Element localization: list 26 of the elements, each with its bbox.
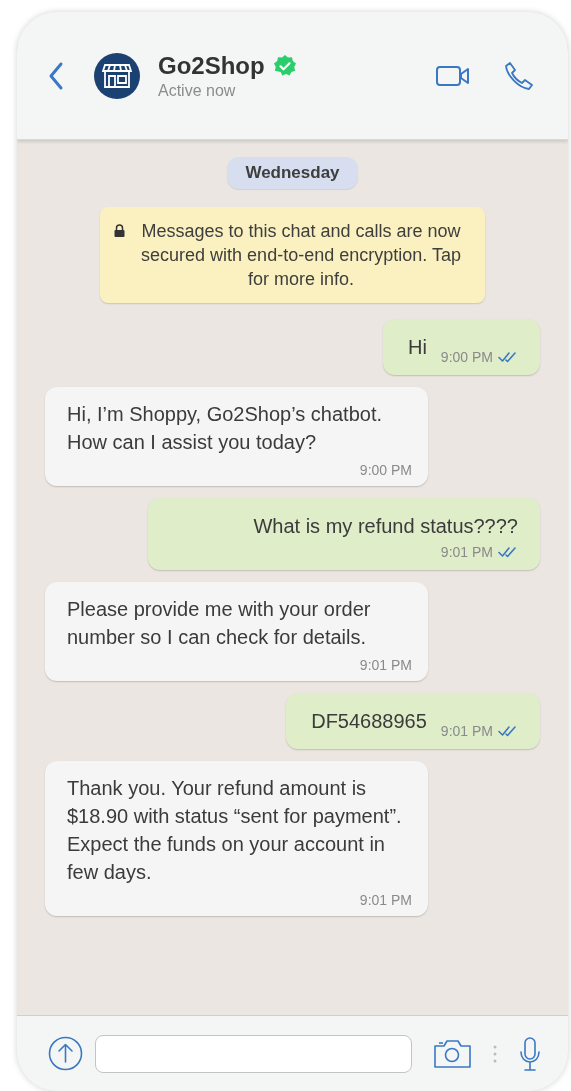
notice-text: Messages to this chat and calls are now secured with end-to-end encryption. Tap for more info. — [140, 220, 462, 291]
upload-icon[interactable] — [48, 1036, 83, 1071]
back-icon[interactable] — [47, 60, 65, 91]
camera-icon[interactable] — [434, 1039, 471, 1068]
message-time: 9:01 PM — [359, 892, 412, 908]
message-text: DF54688965 — [311, 709, 427, 734]
message-time: 9:01 PM — [359, 657, 412, 673]
message-text: Thank you. Your refund amount is $18.90 with status “sent for payment”. Expect the funds on your account in few days. — [67, 776, 403, 885]
message-text: Please provide me with your order number so I can check for details. — [67, 597, 372, 650]
contact-status: Active now — [158, 81, 237, 100]
message-time: 9:01 PM — [440, 723, 493, 739]
message-input[interactable] — [95, 1034, 412, 1073]
phone-icon[interactable] — [504, 60, 534, 91]
microphone-icon[interactable] — [519, 1036, 541, 1071]
contact-name: Go2Shop — [158, 51, 265, 80]
message-time: 9:00 PM — [440, 349, 493, 365]
lock-icon — [114, 224, 125, 237]
message-time: 9:00 PM — [359, 462, 412, 478]
security-notice[interactable]: Messages to this chat and calls are now secured with end-to-end encryption. Tap for more info. — [100, 207, 485, 303]
message-text: Hi — [407, 335, 427, 360]
message-text: What is my refund status???? — [253, 514, 518, 539]
date-chip: Wednesday — [227, 157, 358, 189]
video-call-icon[interactable] — [436, 64, 470, 87]
storefront-icon — [102, 62, 132, 89]
message-text: Hi, I’m Shoppy, Go2Shop’s chatbot. How can I assist you today? — [67, 402, 383, 455]
message-time: 9:01 PM — [440, 544, 493, 560]
